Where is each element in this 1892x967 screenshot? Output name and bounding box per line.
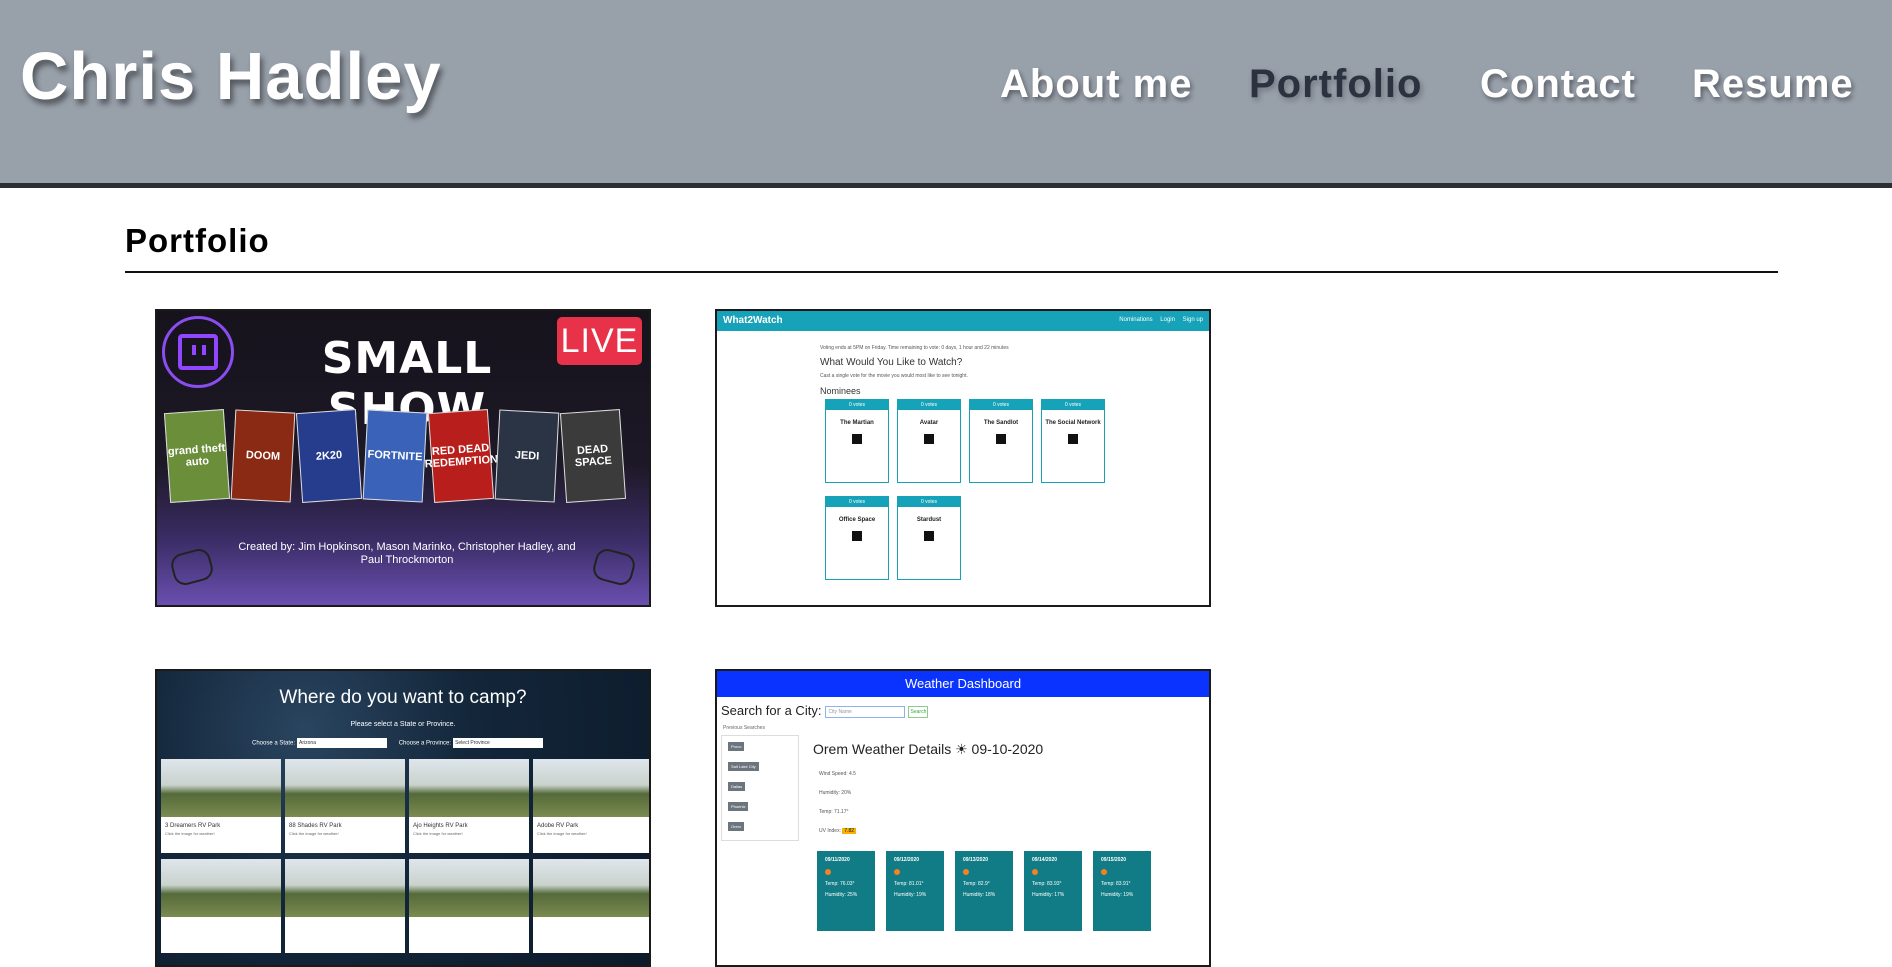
sun-icon: [963, 869, 969, 875]
project-card-campground[interactable]: Where do you want to camp? Please select…: [155, 669, 651, 967]
nav-contact[interactable]: Contact: [1480, 62, 1636, 107]
movie-card: 0 votes The Sandlot: [969, 399, 1033, 483]
humidity: Humidity: 20%: [819, 790, 852, 796]
game-cover: FORTNITE: [362, 409, 428, 503]
movie-card: 0 votes Stardust: [897, 496, 961, 580]
movie-card: 0 votes Office Space: [825, 496, 889, 580]
section-divider: [125, 271, 1778, 273]
imdb-icon: [924, 434, 934, 444]
instructions-text: Cast a single vote for the movie you wou…: [820, 373, 968, 379]
project-card-weather-dashboard[interactable]: Weather Dashboard Search for a City: City…: [715, 669, 1211, 967]
movie-card: 0 votes The Social Network: [1041, 399, 1105, 483]
park-card: [409, 859, 529, 953]
park-card: Ajo Heights RV Park Click the image for w…: [409, 759, 529, 853]
imdb-icon: [996, 434, 1006, 444]
site-header: Chris Hadley About me Portfolio Contact …: [0, 0, 1892, 183]
sun-icon: [825, 869, 831, 875]
forecast-card: 09/15/2020 Temp: 83.91° Humidity: 19%: [1093, 851, 1151, 931]
game-cover: JEDI: [494, 409, 560, 503]
forecast-card: 09/12/2020 Temp: 81.01° Humidity: 19%: [886, 851, 944, 931]
temperature: Temp: 71.17°: [819, 809, 849, 815]
project-card-small-show[interactable]: SMALL SHOW LIVE grand theft auto DOOM 2K20…: [155, 309, 651, 607]
park-card: [533, 859, 649, 953]
voting-text: Voting ends at 5PM on Friday. Time remai…: [820, 345, 1009, 351]
header-divider: [0, 183, 1892, 188]
previous-search-button: Provo: [728, 742, 745, 751]
campground-title: Where do you want to camp?: [279, 687, 527, 708]
imdb-icon: [852, 531, 862, 541]
imdb-icon: [924, 531, 934, 541]
imdb-icon: [852, 434, 862, 444]
game-cover: DOOM: [230, 409, 296, 503]
weather-title: Weather Dashboard: [717, 671, 1209, 697]
live-badge: LIVE: [557, 317, 642, 365]
wind-speed: Wind Speed: 4.5: [819, 771, 856, 777]
weather-search: Search for a City: City Name Search: [721, 703, 929, 718]
location-selectors: Choose a State: Arizona Choose a Province…: [252, 738, 592, 748]
sun-icon: [1032, 869, 1038, 875]
project-card-what2watch[interactable]: What2Watch Nominations Login Sign up Vot…: [715, 309, 1211, 607]
previous-search-button: Salt Lake City: [728, 762, 759, 771]
sun-icon: [894, 869, 900, 875]
game-cover: RED DEAD REDEMPTION: [424, 409, 498, 503]
imdb-icon: [1068, 434, 1078, 444]
previous-searches: Provo Salt Lake City Dallas Phoenix Orem: [721, 735, 799, 841]
movie-card: 0 votes Avatar: [897, 399, 961, 483]
nav-resume[interactable]: Resume: [1692, 62, 1854, 107]
campground-subtitle: Please select a State or Province.: [350, 721, 456, 728]
nominees-heading: Nominees: [820, 386, 861, 396]
main-nav: About me Portfolio Contact Resume: [0, 62, 1892, 122]
park-card: 88 Shades RV Park Click the image for wea…: [285, 759, 405, 853]
nav-about-me[interactable]: About me: [1000, 62, 1192, 107]
app-nav-links: Nominations Login Sign up: [1119, 317, 1203, 323]
province-select: Select Province: [453, 738, 544, 748]
park-card: [161, 859, 281, 953]
twitch-logo-icon: [162, 316, 234, 388]
movie-card: 0 votes The Martian: [825, 399, 889, 483]
app-navbar: What2Watch Nominations Login Sign up: [717, 311, 1209, 331]
previous-search-button: Orem: [728, 822, 744, 831]
app-brand: What2Watch: [723, 315, 783, 326]
forecast-card: 09/14/2020 Temp: 83.93° Humidity: 17%: [1024, 851, 1082, 931]
park-card: 3 Dreamers RV Park Click the image for we…: [161, 759, 281, 853]
uv-index: UV Index: 7.82: [819, 828, 857, 834]
project-credit: Created by: Jim Hopkinson, Mason Marinko…: [238, 541, 576, 566]
park-card: Adobe RV Park Click the image for weather…: [533, 759, 649, 853]
forecast-card: 09/11/2020 Temp: 76.03° Humidity: 25%: [817, 851, 875, 931]
question-heading: What Would You Like to Watch?: [820, 357, 963, 368]
game-cover: grand theft auto: [163, 409, 231, 503]
sun-icon: [1101, 869, 1107, 875]
forecast-card: 09/13/2020 Temp: 82.9° Humidity: 18%: [955, 851, 1013, 931]
search-button: Search: [908, 705, 929, 718]
previous-search-button: Phoenix: [728, 802, 749, 811]
park-card: [285, 859, 405, 953]
previous-search-button: Dallas: [728, 782, 746, 791]
section-title: Portfolio: [125, 222, 270, 259]
city-input: City Name: [825, 705, 906, 718]
nav-portfolio[interactable]: Portfolio: [1249, 62, 1422, 107]
state-select: Arizona: [297, 738, 388, 748]
game-cover: DEAD SPACE: [559, 409, 627, 503]
game-cover: 2K20: [295, 409, 363, 503]
weather-heading: Orem Weather Details ☀ 09-10-2020: [813, 741, 1044, 757]
game-covers: grand theft auto DOOM 2K20 FORTNITE RED DEAD…: [163, 409, 647, 506]
previous-searches-label: Previous Searches: [723, 725, 765, 731]
